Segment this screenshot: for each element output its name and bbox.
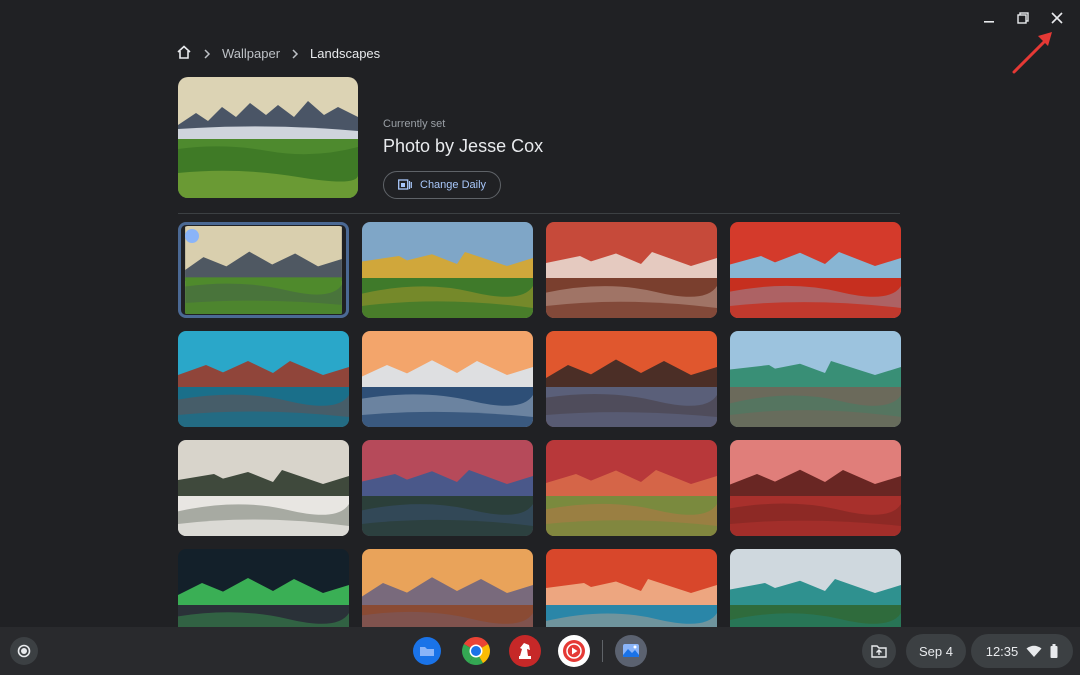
breadcrumb-landscapes: Landscapes: [310, 46, 381, 61]
home-button[interactable]: [176, 44, 192, 63]
wallpaper-thumbnail: [362, 222, 533, 318]
shelf: Sep 4 12:35: [0, 627, 1080, 675]
wallpaper-title: Photo by Jesse Cox: [383, 136, 544, 156]
current-wallpaper-preview: [178, 77, 358, 198]
minimize-icon: [984, 21, 994, 23]
holding-space-button[interactable]: [862, 634, 896, 668]
change-daily-label: Change Daily: [420, 179, 487, 191]
breadcrumb-wallpaper[interactable]: Wallpaper: [222, 46, 280, 61]
wallpaper-icon: [615, 635, 647, 667]
files-app[interactable]: [410, 634, 444, 668]
wallpaper-thumbnail: [730, 331, 901, 427]
shelf-separator: [602, 640, 603, 662]
wallpaper-thumbnail: [730, 222, 901, 318]
wallpaper-tile[interactable]: [730, 331, 901, 427]
wallpaper-tile[interactable]: [362, 222, 533, 318]
currently-set-label: Currently set: [383, 118, 446, 130]
clock-time: 12:35: [985, 643, 1019, 659]
wallpaper-tile[interactable]: [362, 440, 533, 536]
close-button[interactable]: [1042, 8, 1072, 28]
launcher-icon: [17, 644, 31, 658]
minimize-button[interactable]: [974, 8, 1004, 28]
wallpaper-thumbnail: [178, 331, 349, 427]
window-controls: [974, 8, 1072, 28]
wallpaper-tile[interactable]: [546, 440, 717, 536]
wallpaper-thumbnail: [185, 226, 342, 314]
wallpaper-tile[interactable]: [178, 331, 349, 427]
wallpaper-tile[interactable]: [362, 331, 533, 427]
launcher-button[interactable]: [10, 637, 38, 665]
wallpaper-thumbnail: [546, 440, 717, 536]
home-icon: [177, 45, 191, 59]
close-icon: [1051, 12, 1063, 24]
date-button[interactable]: Sep 4: [906, 634, 966, 668]
chevron-right-icon: [202, 48, 212, 59]
divider: [178, 213, 900, 214]
restore-icon: [1017, 12, 1029, 24]
selected-check-icon: [185, 229, 199, 243]
change-daily-icon: [398, 179, 412, 190]
wallpaper-thumbnail: [362, 440, 533, 536]
chrome-app[interactable]: [459, 634, 493, 668]
wallpaper-thumbnail: [730, 440, 901, 536]
breadcrumb: Wallpaper Landscapes: [176, 44, 380, 63]
wallpaper-app[interactable]: [614, 634, 648, 668]
chevron-right-icon: [290, 48, 300, 59]
wallpaper-thumbnail: [178, 440, 349, 536]
lichess-app[interactable]: [508, 634, 542, 668]
chrome-icon: [462, 637, 490, 665]
files-icon: [413, 637, 441, 665]
status-area-button[interactable]: 12:35: [971, 634, 1073, 668]
wallpaper-tile[interactable]: [730, 440, 901, 536]
restore-button[interactable]: [1008, 8, 1038, 28]
wallpaper-tile[interactable]: [730, 222, 901, 318]
annotation-arrow-icon: [1012, 32, 1052, 74]
chess-knight-icon: [509, 635, 541, 667]
shelf-apps: [410, 634, 648, 668]
youtube-music-app[interactable]: [557, 634, 591, 668]
wallpaper-thumbnail: [546, 331, 717, 427]
wifi-icon: [1026, 645, 1042, 657]
youtube-music-icon: [558, 635, 590, 667]
wallpaper-tile[interactable]: [178, 440, 349, 536]
wallpaper-tile[interactable]: [546, 222, 717, 318]
holding-space-icon: [871, 645, 887, 658]
wallpaper-thumbnail: [546, 222, 717, 318]
current-wallpaper-info: Currently set Photo by Jesse Cox Change …: [383, 118, 543, 199]
wallpaper-thumbnail: [362, 331, 533, 427]
wallpaper-tile[interactable]: [546, 331, 717, 427]
change-daily-button[interactable]: Change Daily: [383, 171, 502, 199]
battery-icon: [1050, 644, 1058, 658]
wallpaper-tile[interactable]: [178, 222, 349, 318]
wallpaper-grid: [178, 222, 901, 645]
